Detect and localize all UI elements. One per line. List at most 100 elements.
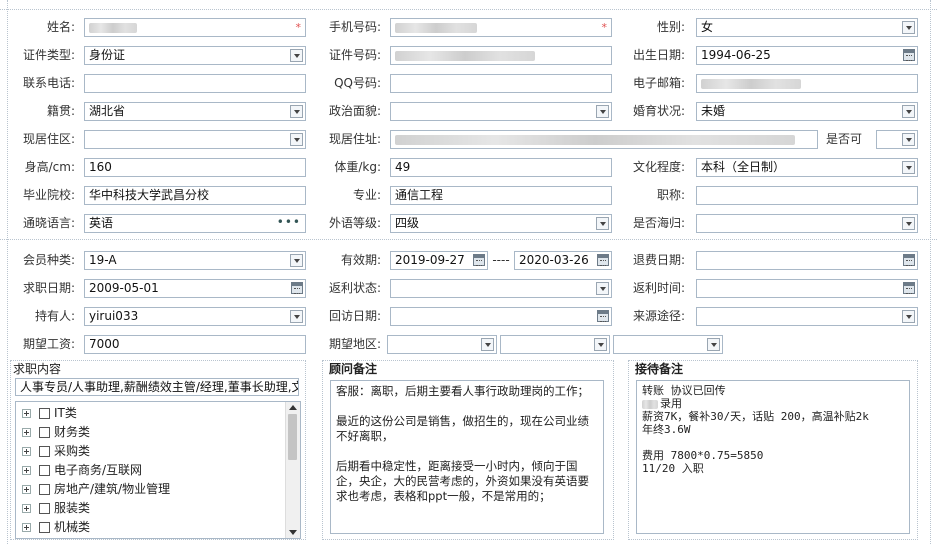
- calendar-icon[interactable]: [473, 254, 485, 266]
- chevron-down-icon[interactable]: [596, 217, 609, 230]
- chevron-down-icon[interactable]: [290, 254, 303, 267]
- residence-area-select[interactable]: [84, 130, 306, 149]
- validity-start-input[interactable]: 2019-09-27: [390, 251, 488, 270]
- top-separator: [0, 9, 937, 10]
- scroll-down-icon[interactable]: [289, 530, 297, 535]
- calendar-icon[interactable]: [291, 282, 303, 294]
- marital-status-select[interactable]: 未婚: [696, 102, 918, 121]
- job-selected-input[interactable]: 人事专员/人事助理,薪酬绩效主管/经理,董事长助理,文: [15, 378, 299, 396]
- checkbox[interactable]: [39, 484, 50, 495]
- reception-line-3: 薪资7K，餐补30/天，话贴 200，高温补贴2k: [642, 410, 869, 423]
- chevron-down-icon[interactable]: [707, 338, 720, 351]
- checkbox[interactable]: [39, 446, 50, 457]
- tree-item-it[interactable]: IT类: [22, 404, 77, 422]
- checkbox[interactable]: [39, 465, 50, 476]
- job-category-tree[interactable]: IT类 财务类 采购类 电子商务/互联网 房地产/建筑/物业管理 服装类 机械类: [15, 401, 301, 539]
- checkbox[interactable]: [39, 503, 50, 514]
- chevron-down-icon[interactable]: [290, 133, 303, 146]
- political-status-select[interactable]: [390, 102, 612, 121]
- region-province-select[interactable]: [387, 335, 497, 354]
- region-city-select[interactable]: [500, 335, 610, 354]
- chevron-down-icon[interactable]: [902, 105, 915, 118]
- calendar-icon[interactable]: [903, 282, 915, 294]
- checkbox[interactable]: [39, 427, 50, 438]
- returnee-select[interactable]: [696, 214, 918, 233]
- rebate-status-select[interactable]: [390, 279, 612, 298]
- expand-icon[interactable]: [22, 466, 31, 475]
- chevron-down-icon[interactable]: [290, 310, 303, 323]
- scrollbar[interactable]: [285, 402, 300, 538]
- job-date-input[interactable]: 2009-05-01: [84, 279, 306, 298]
- chevron-down-icon[interactable]: [594, 338, 607, 351]
- birth-date-input[interactable]: 1994-06-25: [696, 46, 918, 65]
- tree-item-apparel[interactable]: 服装类: [22, 499, 90, 517]
- id-type-select[interactable]: 身份证: [84, 46, 306, 65]
- advisor-notes-textarea[interactable]: 客服：离职，后期主要看人事行政助理岗的工作； 最近的这份公司是销售，做招生的，现…: [330, 380, 604, 534]
- chevron-down-icon[interactable]: [902, 217, 915, 230]
- scroll-up-icon[interactable]: [289, 405, 297, 410]
- salary-input[interactable]: 7000: [84, 335, 306, 354]
- expand-icon[interactable]: [22, 504, 31, 513]
- chevron-down-icon[interactable]: [902, 310, 915, 323]
- scrollbar-thumb[interactable]: [288, 414, 297, 460]
- validity-end-input[interactable]: 2020-03-26: [514, 251, 612, 270]
- language-level-select[interactable]: 四级: [390, 214, 612, 233]
- expand-icon[interactable]: [22, 485, 31, 494]
- chevron-down-icon[interactable]: [902, 21, 915, 34]
- language-input[interactable]: 英语 •••: [84, 214, 306, 233]
- tree-item-realestate[interactable]: 房地产/建筑/物业管理: [22, 480, 170, 498]
- chevron-down-icon[interactable]: [596, 105, 609, 118]
- more-options-icon[interactable]: •••: [277, 215, 301, 231]
- email-input[interactable]: [696, 74, 918, 93]
- region-district-select[interactable]: [613, 335, 723, 354]
- visit-date-input[interactable]: [390, 307, 612, 326]
- checkbox[interactable]: [39, 522, 50, 533]
- title-input[interactable]: [696, 186, 918, 205]
- chevron-down-icon[interactable]: [481, 338, 494, 351]
- reception-line-6: 费用 7800*0.75=5850: [642, 449, 764, 462]
- calendar-icon[interactable]: [903, 49, 915, 61]
- chevron-down-icon[interactable]: [290, 105, 303, 118]
- contact-phone-input[interactable]: [84, 74, 306, 93]
- major-label: 专业:: [352, 188, 381, 202]
- phone-input[interactable]: [390, 18, 612, 37]
- refund-date-input[interactable]: [696, 251, 918, 270]
- calendar-icon[interactable]: [903, 254, 915, 266]
- calendar-icon[interactable]: [597, 254, 609, 266]
- major-input[interactable]: 通信工程: [390, 186, 612, 205]
- validity-separator: ----: [492, 253, 510, 267]
- section-separator: [0, 239, 937, 240]
- is-ok-select[interactable]: [876, 130, 918, 149]
- native-place-select[interactable]: 湖北省: [84, 102, 306, 121]
- chevron-down-icon[interactable]: [596, 282, 609, 295]
- education-select[interactable]: 本科（全日制）: [696, 158, 918, 177]
- weight-input[interactable]: 49: [390, 158, 612, 177]
- checkbox[interactable]: [39, 408, 50, 419]
- chevron-down-icon[interactable]: [902, 133, 915, 146]
- chevron-down-icon[interactable]: [902, 161, 915, 174]
- tree-item-machinery[interactable]: 机械类: [22, 518, 90, 536]
- residence-address-input[interactable]: [390, 130, 818, 149]
- tree-item-finance[interactable]: 财务类: [22, 423, 90, 441]
- id-number-label: 证件号码:: [328, 48, 381, 62]
- expand-icon[interactable]: [22, 523, 31, 532]
- expand-icon[interactable]: [22, 428, 31, 437]
- chevron-down-icon[interactable]: [290, 49, 303, 62]
- expand-icon[interactable]: [22, 447, 31, 456]
- member-type-select[interactable]: 19-A: [84, 251, 306, 270]
- rebate-time-input[interactable]: [696, 279, 918, 298]
- qq-input[interactable]: [390, 74, 612, 93]
- source-select[interactable]: [696, 307, 918, 326]
- tree-item-purchasing[interactable]: 采购类: [22, 442, 90, 460]
- right-guide: [930, 0, 931, 544]
- school-input[interactable]: 华中科技大学武昌分校: [84, 186, 306, 205]
- expand-icon[interactable]: [22, 409, 31, 418]
- holder-select[interactable]: yirui033: [84, 307, 306, 326]
- id-number-input[interactable]: [390, 46, 612, 65]
- height-input[interactable]: 160: [84, 158, 306, 177]
- tree-item-ecommerce[interactable]: 电子商务/互联网: [22, 461, 142, 479]
- name-input[interactable]: [84, 18, 306, 37]
- reception-notes-textarea[interactable]: 转账 协议已回传 录用 薪资7K，餐补30/天，话贴 200，高温补贴2k 年终3.6…: [636, 380, 910, 534]
- gender-select[interactable]: 女: [696, 18, 918, 37]
- calendar-icon[interactable]: [597, 310, 609, 322]
